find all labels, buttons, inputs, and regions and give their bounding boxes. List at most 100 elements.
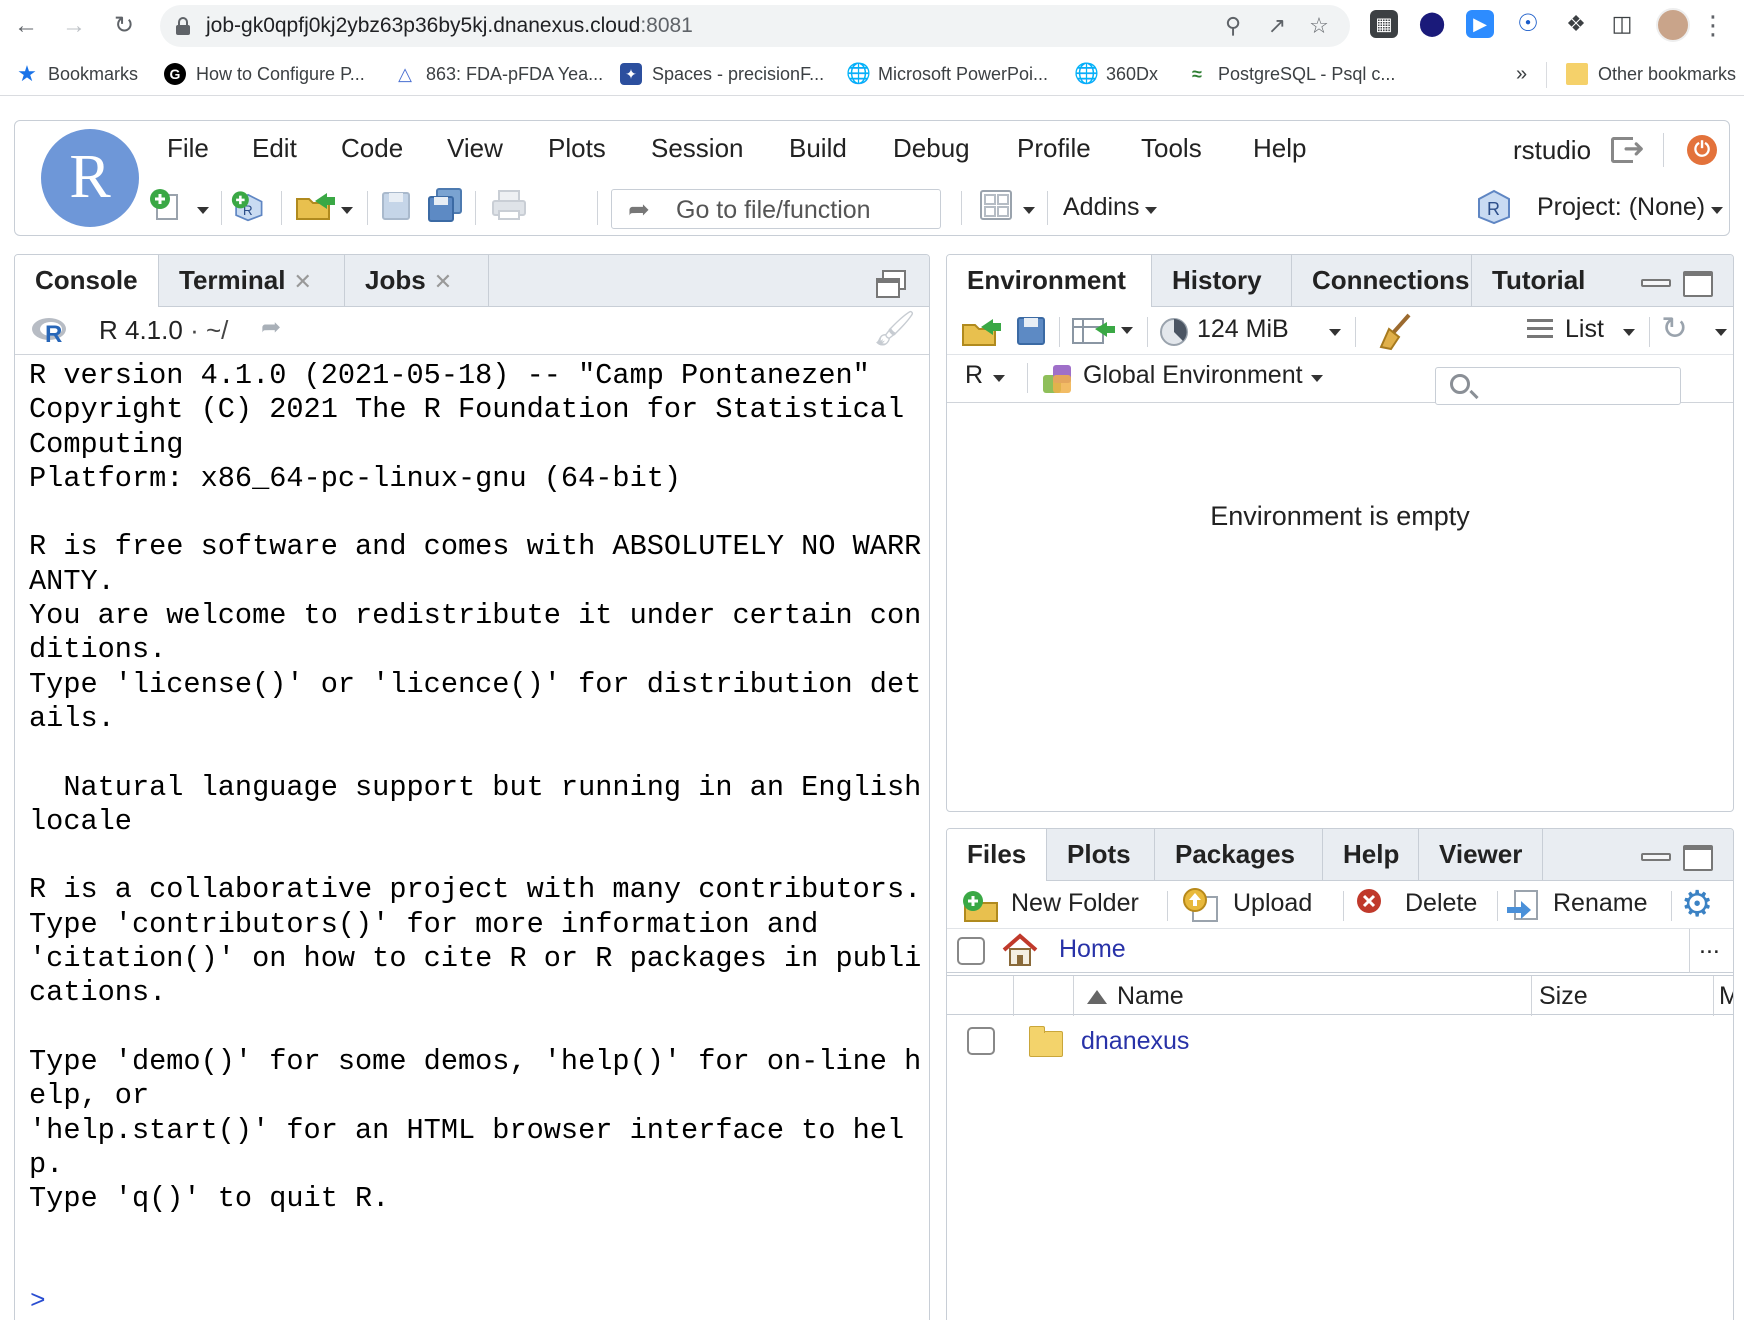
restore-pane-icon[interactable]	[875, 269, 909, 299]
reload-icon[interactable]: ↻	[108, 10, 140, 42]
menu-edit[interactable]: Edit	[252, 133, 297, 164]
project-dropdown[interactable]	[1711, 207, 1723, 214]
sign-out-icon[interactable]: ➜	[1611, 133, 1645, 165]
other-bookmarks[interactable]: Other bookmarks	[1566, 62, 1736, 86]
bookmark-item[interactable]: G How to Configure P...	[164, 62, 365, 86]
table-row[interactable]: dnanexus	[947, 1017, 1733, 1065]
view-mode-dropdown[interactable]	[1623, 329, 1635, 336]
pane-layout-dropdown[interactable]	[1023, 207, 1035, 214]
import-dataset-icon[interactable]	[1071, 315, 1117, 347]
language-selector[interactable]: R	[965, 361, 983, 390]
menu-file[interactable]: File	[167, 133, 209, 164]
save-workspace-icon[interactable]	[1015, 315, 1047, 347]
addins-dropdown[interactable]	[1145, 207, 1157, 214]
tab-help[interactable]: Help	[1323, 829, 1419, 881]
go-to-directory-button[interactable]: ...	[1699, 931, 1720, 960]
tab-terminal[interactable]: Terminal ✕	[159, 255, 345, 307]
refresh-icon[interactable]: ↻	[1661, 309, 1688, 347]
go-to-file-input[interactable]: ➦ Go to file/function	[611, 189, 941, 229]
print-icon[interactable]	[489, 187, 529, 223]
bookmarks-overflow[interactable]: »	[1516, 62, 1527, 86]
home-icon[interactable]	[1001, 933, 1039, 967]
bookmark-item[interactable]: 🌐 360Dx	[1074, 62, 1158, 86]
new-file-icon[interactable]	[149, 187, 183, 223]
bookmark-item[interactable]: 🌐 Microsoft PowerPoi...	[846, 62, 1048, 86]
bookmark-item[interactable]: ✦ Spaces - precisionF...	[620, 62, 824, 86]
extension-icon[interactable]: ▦	[1370, 10, 1398, 38]
zoom-icon[interactable]: ⚲	[1220, 13, 1246, 39]
save-icon[interactable]	[379, 187, 413, 223]
column-header-size[interactable]: Size	[1539, 982, 1588, 1011]
addins-menu[interactable]: Addins	[1063, 193, 1139, 222]
save-all-icon[interactable]	[425, 187, 465, 223]
side-panel-icon[interactable]: ◫	[1608, 10, 1636, 38]
open-file-dropdown[interactable]	[341, 207, 353, 214]
tab-jobs[interactable]: Jobs ✕	[345, 255, 489, 307]
quit-session-icon[interactable]: ⏻	[1687, 135, 1717, 165]
menu-build[interactable]: Build	[789, 133, 847, 164]
clear-workspace-broom-icon[interactable]	[1375, 311, 1415, 351]
minimize-pane-icon[interactable]	[1641, 853, 1671, 861]
menu-profile[interactable]: Profile	[1017, 133, 1091, 164]
delete-icon[interactable]	[1355, 887, 1383, 915]
open-file-icon[interactable]	[295, 187, 339, 223]
browser-menu-icon[interactable]: ⋮	[1700, 8, 1726, 42]
pane-layout-icon[interactable]	[979, 187, 1013, 223]
maximize-pane-icon[interactable]	[1683, 271, 1713, 297]
environment-search-input[interactable]	[1435, 367, 1681, 405]
bookmark-item[interactable]: ★ Bookmarks	[16, 62, 138, 86]
project-menu[interactable]: Project: (None)	[1537, 193, 1705, 222]
new-file-dropdown[interactable]	[197, 207, 209, 214]
menu-view[interactable]: View	[447, 133, 503, 164]
menu-plots[interactable]: Plots	[548, 133, 606, 164]
share-icon[interactable]: ↗	[1264, 13, 1290, 39]
menu-tools[interactable]: Tools	[1141, 133, 1202, 164]
zoom-extension-icon[interactable]: ▶	[1466, 10, 1494, 38]
password-manager-icon[interactable]: ☉	[1514, 10, 1542, 38]
environment-scope-selector[interactable]: Global Environment	[1083, 361, 1303, 390]
puzzle-icon[interactable]: ❖	[1562, 10, 1590, 38]
menu-session[interactable]: Session	[651, 133, 744, 164]
tab-tutorial[interactable]: Tutorial	[1472, 255, 1612, 307]
bookmark-star-icon[interactable]: ☆	[1306, 13, 1332, 39]
clear-console-icon[interactable]: 🖌	[873, 309, 916, 349]
delete-button[interactable]: Delete	[1405, 889, 1477, 918]
maximize-pane-icon[interactable]	[1683, 845, 1713, 871]
menu-code[interactable]: Code	[341, 133, 403, 164]
rename-icon[interactable]	[1505, 889, 1543, 923]
address-bar[interactable]: job-gk0qpfj0kj2ybz63p36by5kj.dnanexus.cl…	[160, 5, 1350, 47]
row-checkbox[interactable]	[967, 1027, 995, 1055]
load-workspace-icon[interactable]	[961, 315, 1005, 347]
file-name-link[interactable]: dnanexus	[1081, 1027, 1189, 1056]
profile-avatar[interactable]	[1656, 8, 1690, 42]
forward-arrow-icon[interactable]: →	[58, 10, 90, 42]
new-folder-icon[interactable]	[961, 889, 1001, 923]
minimize-pane-icon[interactable]	[1641, 279, 1671, 287]
menu-debug[interactable]: Debug	[893, 133, 970, 164]
console-prompt[interactable]: >	[30, 1286, 46, 1316]
tab-viewer[interactable]: Viewer	[1419, 829, 1543, 881]
memory-usage-icon[interactable]	[1159, 317, 1189, 347]
bookmark-item[interactable]: ≈ PostgreSQL - Psql c...	[1186, 62, 1395, 86]
menu-help[interactable]: Help	[1253, 133, 1306, 164]
tab-packages[interactable]: Packages	[1155, 829, 1323, 881]
memory-usage[interactable]: 124 MiB	[1197, 315, 1289, 344]
memory-dropdown[interactable]	[1329, 329, 1341, 336]
tab-plots[interactable]: Plots	[1047, 829, 1155, 881]
bookmark-item[interactable]: △ 863: FDA-pFDA Yea...	[394, 62, 603, 86]
new-folder-button[interactable]: New Folder	[1011, 889, 1139, 918]
rename-button[interactable]: Rename	[1553, 889, 1648, 918]
import-dataset-dropdown[interactable]	[1121, 327, 1133, 334]
settings-gear-icon[interactable]: ⚙	[1681, 883, 1713, 925]
tab-console[interactable]: Console	[15, 255, 159, 308]
language-dropdown[interactable]	[993, 375, 1005, 382]
new-project-icon[interactable]: R	[231, 187, 265, 223]
extension-circle-icon[interactable]: ⬤	[1418, 10, 1446, 38]
refresh-dropdown[interactable]	[1715, 329, 1727, 336]
tab-files[interactable]: Files	[947, 829, 1047, 882]
go-to-directory-icon[interactable]: ➦	[261, 313, 281, 342]
column-header-name[interactable]: Name	[1117, 982, 1184, 1011]
lock-icon[interactable]	[176, 17, 190, 35]
close-icon[interactable]: ✕	[293, 269, 311, 294]
upload-icon[interactable]	[1181, 887, 1221, 923]
